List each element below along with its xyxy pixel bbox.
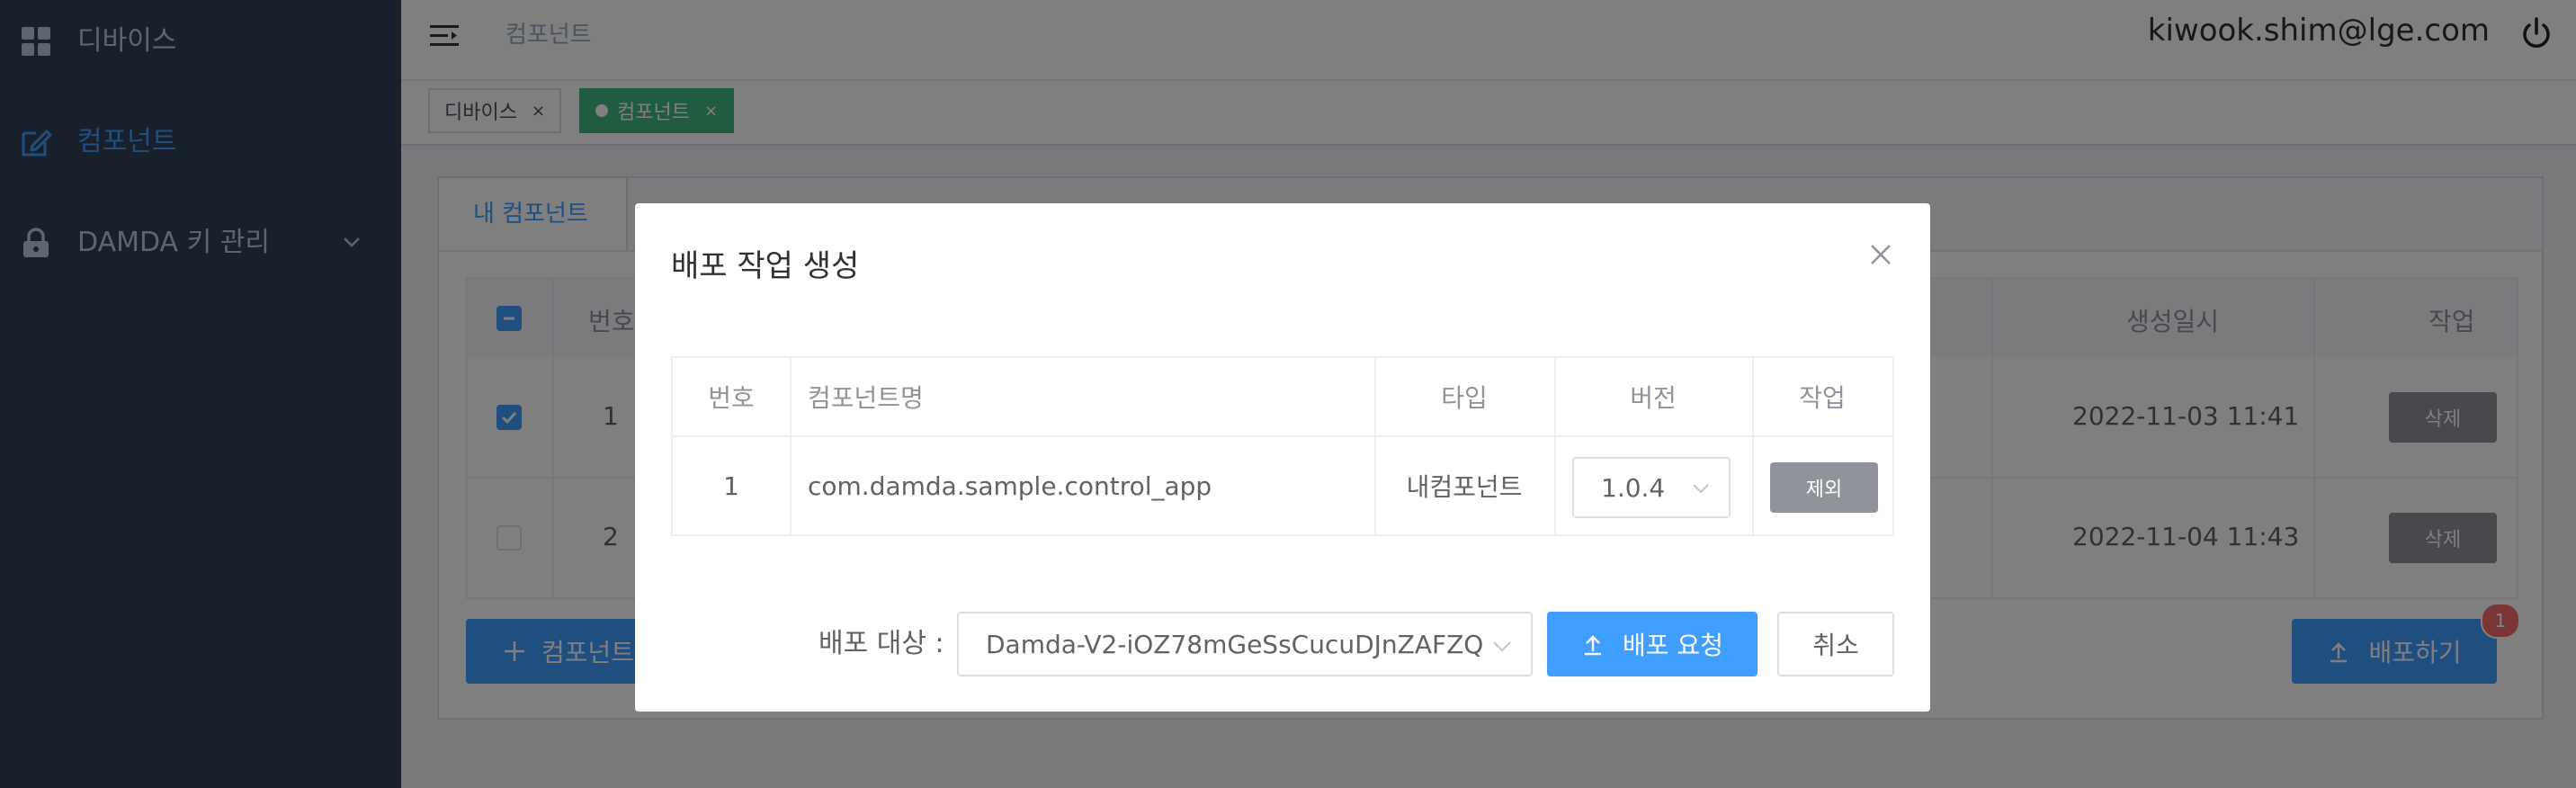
header-component-name: 컴포넌트명 <box>808 383 924 413</box>
header-version: 버전 <box>1630 383 1677 413</box>
cancel-button[interactable]: 취소 <box>1777 612 1894 676</box>
deploy-target-value: Damda-V2-iOZ78mGeSsCucuDJnZAFZQ <box>986 629 1484 659</box>
version-value: 1.0.4 <box>1601 472 1666 503</box>
table-row: 1.0.4 제외 <box>673 437 1892 534</box>
column-divider <box>1554 358 1556 534</box>
version-select[interactable]: 1.0.4 <box>1572 457 1731 518</box>
dialog-title: 배포 작업 생성 <box>671 248 860 284</box>
request-button-label: 배포 요청 <box>1623 631 1723 660</box>
deploy-request-button[interactable]: 배포 요청 <box>1547 612 1758 676</box>
deploy-components-table: 번호 컴포넌트명 타입 버전 작업 1 com.damda.sample.con… <box>671 356 1894 536</box>
header-type: 타입 <box>1441 383 1488 413</box>
exclude-button[interactable]: 제외 <box>1770 462 1878 513</box>
deploy-target-label: 배포 대상 : <box>818 628 944 659</box>
deploy-target-select[interactable]: Damda-V2-iOZ78mGeSsCucuDJnZAFZQ <box>957 612 1533 676</box>
upload-icon <box>1585 635 1602 656</box>
column-divider <box>1374 358 1376 534</box>
column-divider <box>790 358 792 534</box>
deploy-job-dialog: 배포 작업 생성 번호 컴포넌트명 타입 버전 작업 1 com.damda.s… <box>635 203 1930 712</box>
close-icon[interactable] <box>1867 241 1894 268</box>
header-action: 작업 <box>1799 383 1846 413</box>
header-number: 번호 <box>708 383 755 413</box>
chevron-down-icon <box>1691 479 1711 498</box>
chevron-down-icon <box>1491 635 1513 657</box>
column-divider <box>1752 358 1754 534</box>
